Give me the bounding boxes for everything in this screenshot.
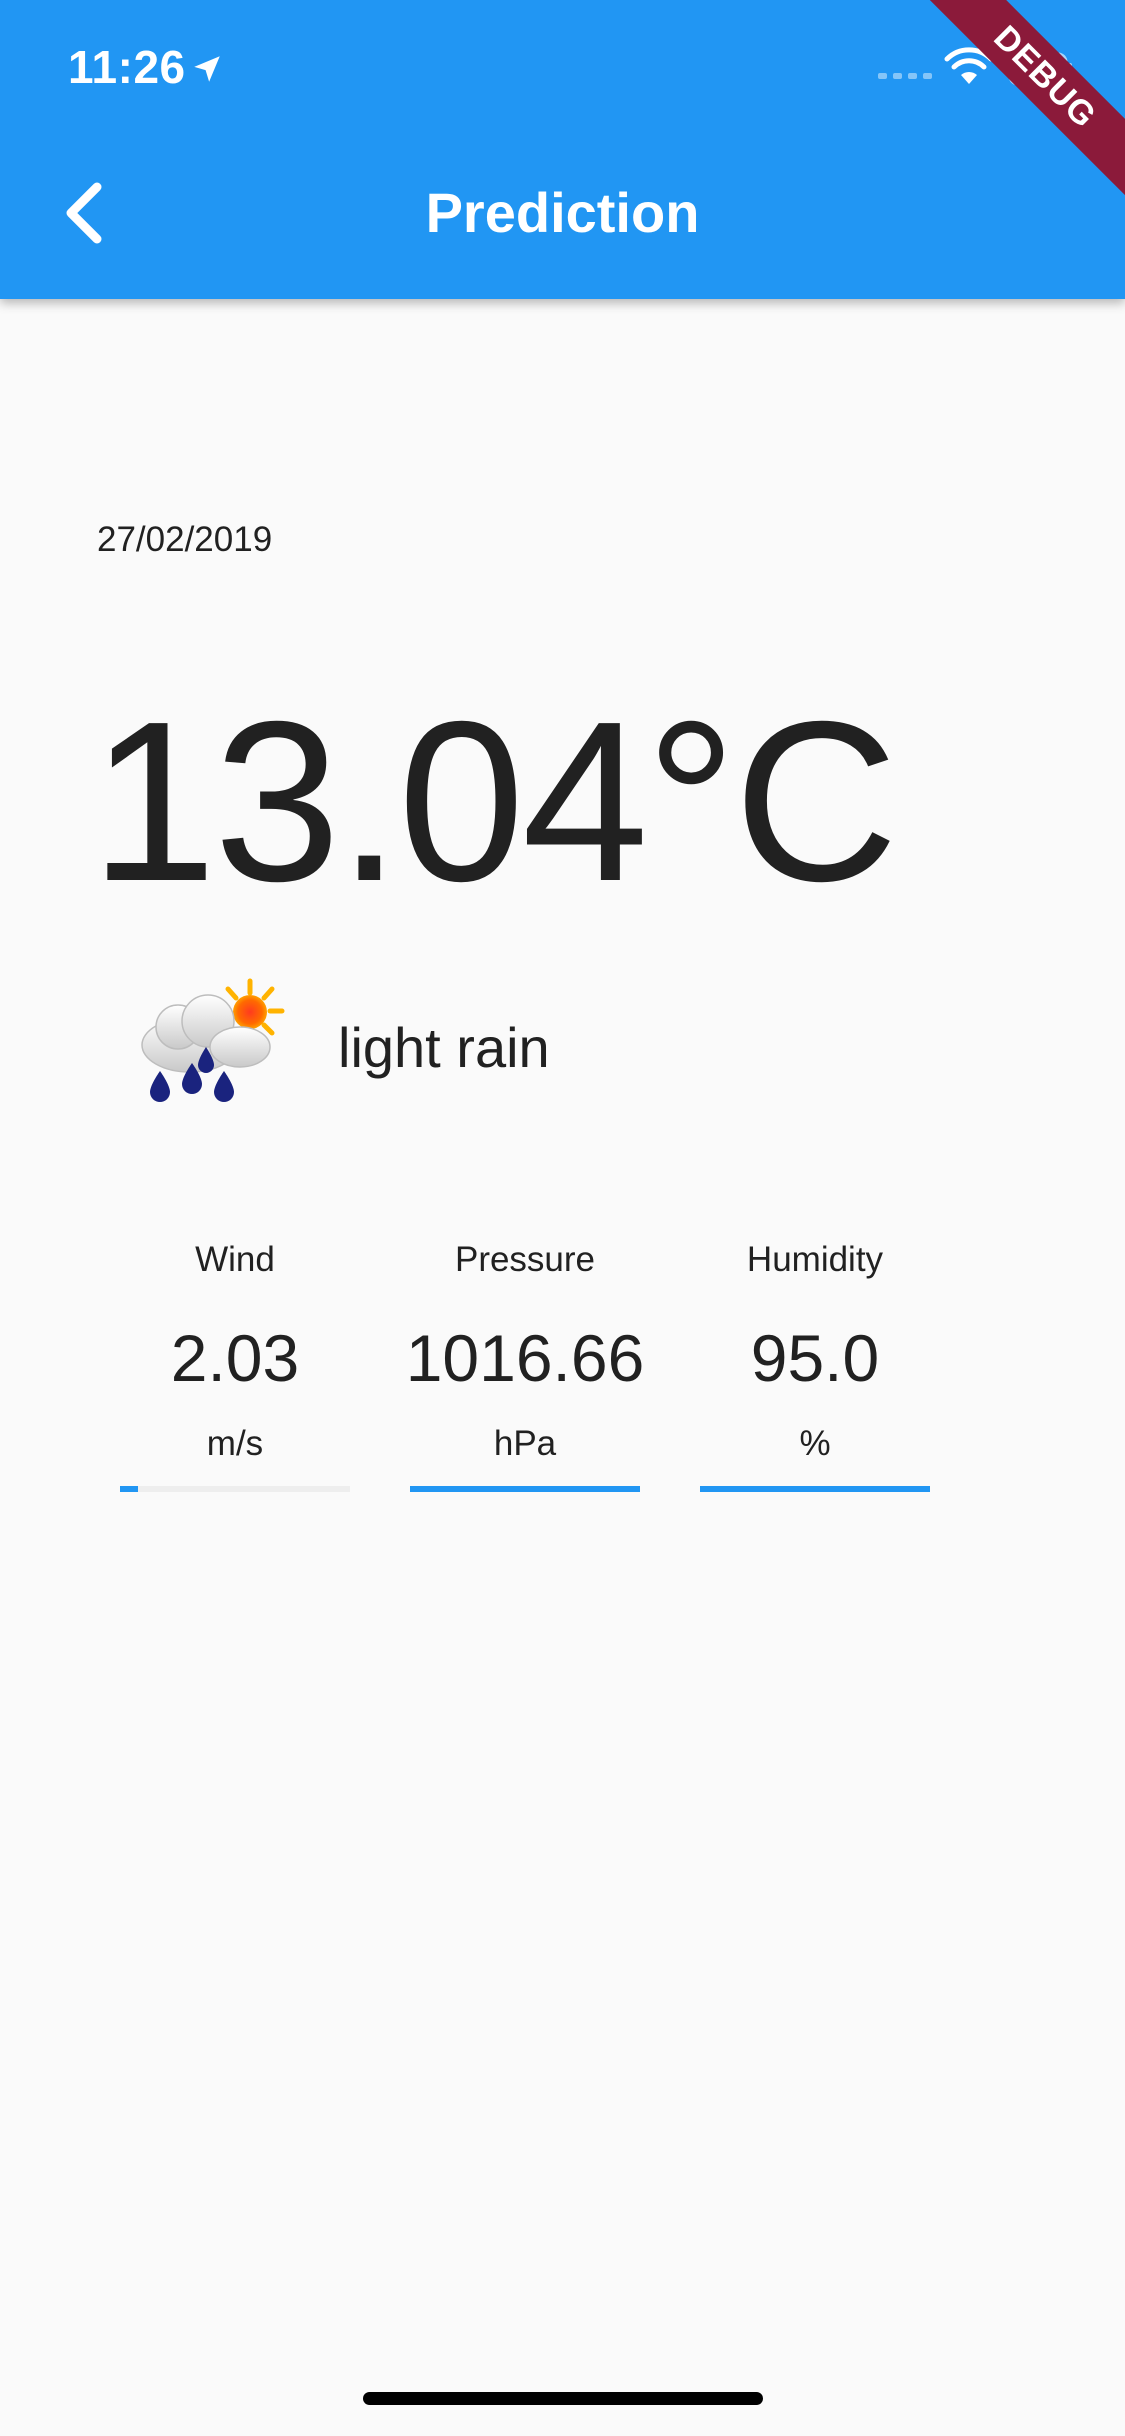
wifi-icon <box>944 47 994 84</box>
rain-with-sun-icon <box>141 978 285 1102</box>
metric-unit: m/s <box>206 1424 264 1463</box>
metric-value: 95.0 <box>750 1321 880 1395</box>
progress-bar-fill <box>120 1486 139 1492</box>
temperature-value: 13.04°C <box>90 675 898 929</box>
home-indicator[interactable] <box>363 2392 763 2405</box>
progress-bar <box>120 1486 350 1492</box>
location-arrow-icon <box>194 56 220 82</box>
metric-unit: % <box>799 1424 831 1463</box>
metric-value: 2.03 <box>170 1321 300 1395</box>
progress-bar <box>410 1486 640 1492</box>
page-title: Prediction <box>425 181 700 244</box>
forecast-date: 27/02/2019 <box>97 520 273 559</box>
metric-label: Wind <box>195 1240 275 1279</box>
metric-label: Pressure <box>454 1240 596 1279</box>
battery-icon <box>1008 52 1072 86</box>
metric-unit: hPa <box>493 1424 557 1463</box>
progress-bar-fill <box>410 1486 640 1492</box>
metric-label: Humidity <box>746 1240 884 1279</box>
screen: 11:26 Prediction DEBUG 27/02/2019 13.04°… <box>0 0 1125 2436</box>
progress-bar-fill <box>700 1486 930 1492</box>
cellular-signal-icon <box>878 73 932 79</box>
progress-bar <box>700 1486 930 1492</box>
metric-value: 1016.66 <box>405 1321 645 1395</box>
app-bar: 11:26 Prediction <box>0 0 1125 299</box>
status-time: 11:26 <box>68 41 186 93</box>
condition-label: light rain <box>338 1016 550 1079</box>
